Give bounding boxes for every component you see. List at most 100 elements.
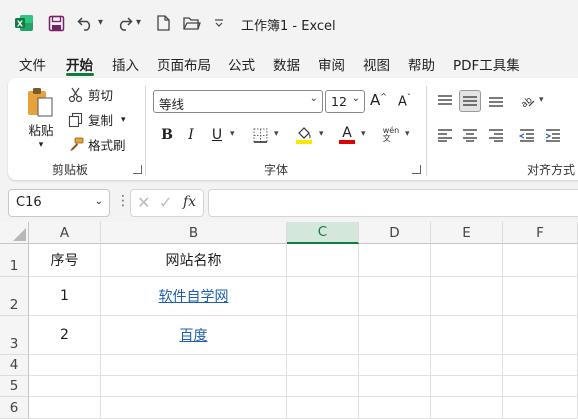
- underline-button[interactable]: U: [206, 124, 228, 146]
- align-bottom-button[interactable]: [485, 90, 507, 112]
- cell-c1[interactable]: [287, 244, 359, 277]
- align-center-button[interactable]: [459, 124, 481, 146]
- cell-f4[interactable]: [503, 355, 578, 376]
- tab-help[interactable]: 帮助: [408, 54, 435, 74]
- bold-button[interactable]: B: [156, 124, 178, 146]
- enter-check-icon[interactable]: ✓: [159, 193, 172, 212]
- align-middle-button[interactable]: [459, 90, 481, 112]
- borders-dropdown-icon[interactable]: ▾: [274, 129, 279, 139]
- borders-button[interactable]: [249, 124, 271, 146]
- column-header-e[interactable]: E: [431, 222, 503, 244]
- text-orientation-button[interactable]: ab: [516, 90, 538, 112]
- tab-home[interactable]: 开始: [66, 54, 93, 74]
- tab-review[interactable]: 审阅: [318, 54, 345, 74]
- column-header-a[interactable]: A: [29, 222, 101, 244]
- format-painter-button[interactable]: 格式刷: [68, 135, 126, 154]
- cell-a1[interactable]: 序号: [29, 244, 101, 277]
- column-header-c[interactable]: C: [287, 222, 359, 244]
- cell-c2[interactable]: [287, 277, 359, 316]
- cell-c3[interactable]: [287, 316, 359, 355]
- paste-button[interactable]: 粘贴 ▾: [26, 86, 56, 150]
- cell-c6[interactable]: [287, 397, 359, 419]
- cancel-icon[interactable]: ✕: [137, 193, 150, 212]
- cell-a2[interactable]: 1: [29, 277, 101, 316]
- save-icon[interactable]: [46, 13, 66, 33]
- tab-data[interactable]: 数据: [273, 54, 300, 74]
- cell-e3[interactable]: [431, 316, 503, 355]
- cell-f3[interactable]: [503, 316, 578, 355]
- cell-b5[interactable]: [101, 376, 287, 397]
- cell-e4[interactable]: [431, 355, 503, 376]
- customize-toolbar-icon[interactable]: [212, 13, 226, 33]
- cell-a6[interactable]: [29, 397, 101, 419]
- row-header-5[interactable]: 5: [0, 376, 29, 397]
- column-header-d[interactable]: D: [359, 222, 431, 244]
- cell-b4[interactable]: [101, 355, 287, 376]
- cell-d2[interactable]: [359, 277, 431, 316]
- cell-d4[interactable]: [359, 355, 431, 376]
- font-size-select[interactable]: 12 ⌄: [325, 90, 365, 113]
- tab-insert[interactable]: 插入: [112, 54, 139, 74]
- align-right-button[interactable]: [485, 124, 507, 146]
- tab-page-layout[interactable]: 页面布局: [157, 54, 211, 74]
- column-header-b[interactable]: B: [101, 222, 287, 244]
- phonetic-dropdown-icon[interactable]: ▾: [405, 129, 410, 139]
- cell-b1[interactable]: 网站名称: [101, 244, 287, 277]
- row-header-4[interactable]: 4: [0, 355, 29, 376]
- hyperlink[interactable]: 软件自学网: [159, 286, 229, 306]
- fill-color-dropdown-icon[interactable]: ▾: [319, 129, 324, 139]
- increase-font-size-button[interactable]: A^: [370, 91, 387, 109]
- cell-a3[interactable]: 2: [29, 316, 101, 355]
- increase-indent-button[interactable]: [542, 124, 564, 146]
- cell-e1[interactable]: [431, 244, 503, 277]
- row-header-3[interactable]: 3: [0, 316, 29, 355]
- cell-e2[interactable]: [431, 277, 503, 316]
- font-color-button[interactable]: A: [336, 124, 358, 146]
- phonetic-guide-button[interactable]: wén 文: [380, 124, 402, 146]
- italic-button[interactable]: I: [180, 124, 202, 146]
- name-box[interactable]: C16 ⌄: [8, 189, 110, 217]
- cell-f5[interactable]: [503, 376, 578, 397]
- font-color-dropdown-icon[interactable]: ▾: [361, 129, 366, 139]
- open-folder-icon[interactable]: [182, 13, 202, 33]
- new-file-icon[interactable]: [155, 13, 171, 33]
- cell-f2[interactable]: [503, 277, 578, 316]
- cell-b2[interactable]: 软件自学网: [101, 277, 287, 316]
- row-header-1[interactable]: 1: [0, 244, 29, 277]
- column-header-f[interactable]: F: [503, 222, 578, 244]
- cell-d6[interactable]: [359, 397, 431, 419]
- align-left-button[interactable]: [434, 124, 456, 146]
- font-name-select[interactable]: 等线 ⌄: [153, 90, 323, 113]
- orientation-dropdown-icon[interactable]: ▾: [539, 95, 544, 105]
- cell-f1[interactable]: [503, 244, 578, 277]
- cell-a4[interactable]: [29, 355, 101, 376]
- redo-icon[interactable]: [114, 13, 134, 33]
- tab-file[interactable]: 文件: [19, 54, 46, 74]
- hyperlink[interactable]: 百度: [180, 325, 208, 345]
- paste-dropdown-icon[interactable]: ▾: [39, 140, 44, 150]
- more-options-icon[interactable]: ⋮: [116, 193, 130, 209]
- cell-d1[interactable]: [359, 244, 431, 277]
- redo-dropdown-icon[interactable]: ▾: [136, 17, 141, 28]
- cut-button[interactable]: 剪切: [68, 85, 113, 104]
- undo-dropdown-icon[interactable]: ▾: [98, 17, 103, 28]
- tab-formulas[interactable]: 公式: [228, 54, 255, 74]
- cell-e6[interactable]: [431, 397, 503, 419]
- row-header-6[interactable]: 6: [0, 397, 29, 419]
- cell-b6[interactable]: [101, 397, 287, 419]
- copy-dropdown-icon[interactable]: ▾: [121, 115, 126, 125]
- row-header-2[interactable]: 2: [0, 277, 29, 316]
- cell-e5[interactable]: [431, 376, 503, 397]
- select-all-corner[interactable]: [0, 222, 29, 244]
- decrease-indent-button[interactable]: [516, 124, 538, 146]
- cell-c4[interactable]: [287, 355, 359, 376]
- decrease-font-size-button[interactable]: Aˇ: [398, 93, 411, 109]
- undo-icon[interactable]: [76, 13, 96, 33]
- cell-a5[interactable]: [29, 376, 101, 397]
- insert-function-icon[interactable]: fx: [183, 194, 196, 210]
- cell-d3[interactable]: [359, 316, 431, 355]
- cell-c5[interactable]: [287, 376, 359, 397]
- cell-d5[interactable]: [359, 376, 431, 397]
- tab-pdf-tools[interactable]: PDF工具集: [453, 54, 520, 74]
- underline-dropdown-icon[interactable]: ▾: [230, 129, 235, 139]
